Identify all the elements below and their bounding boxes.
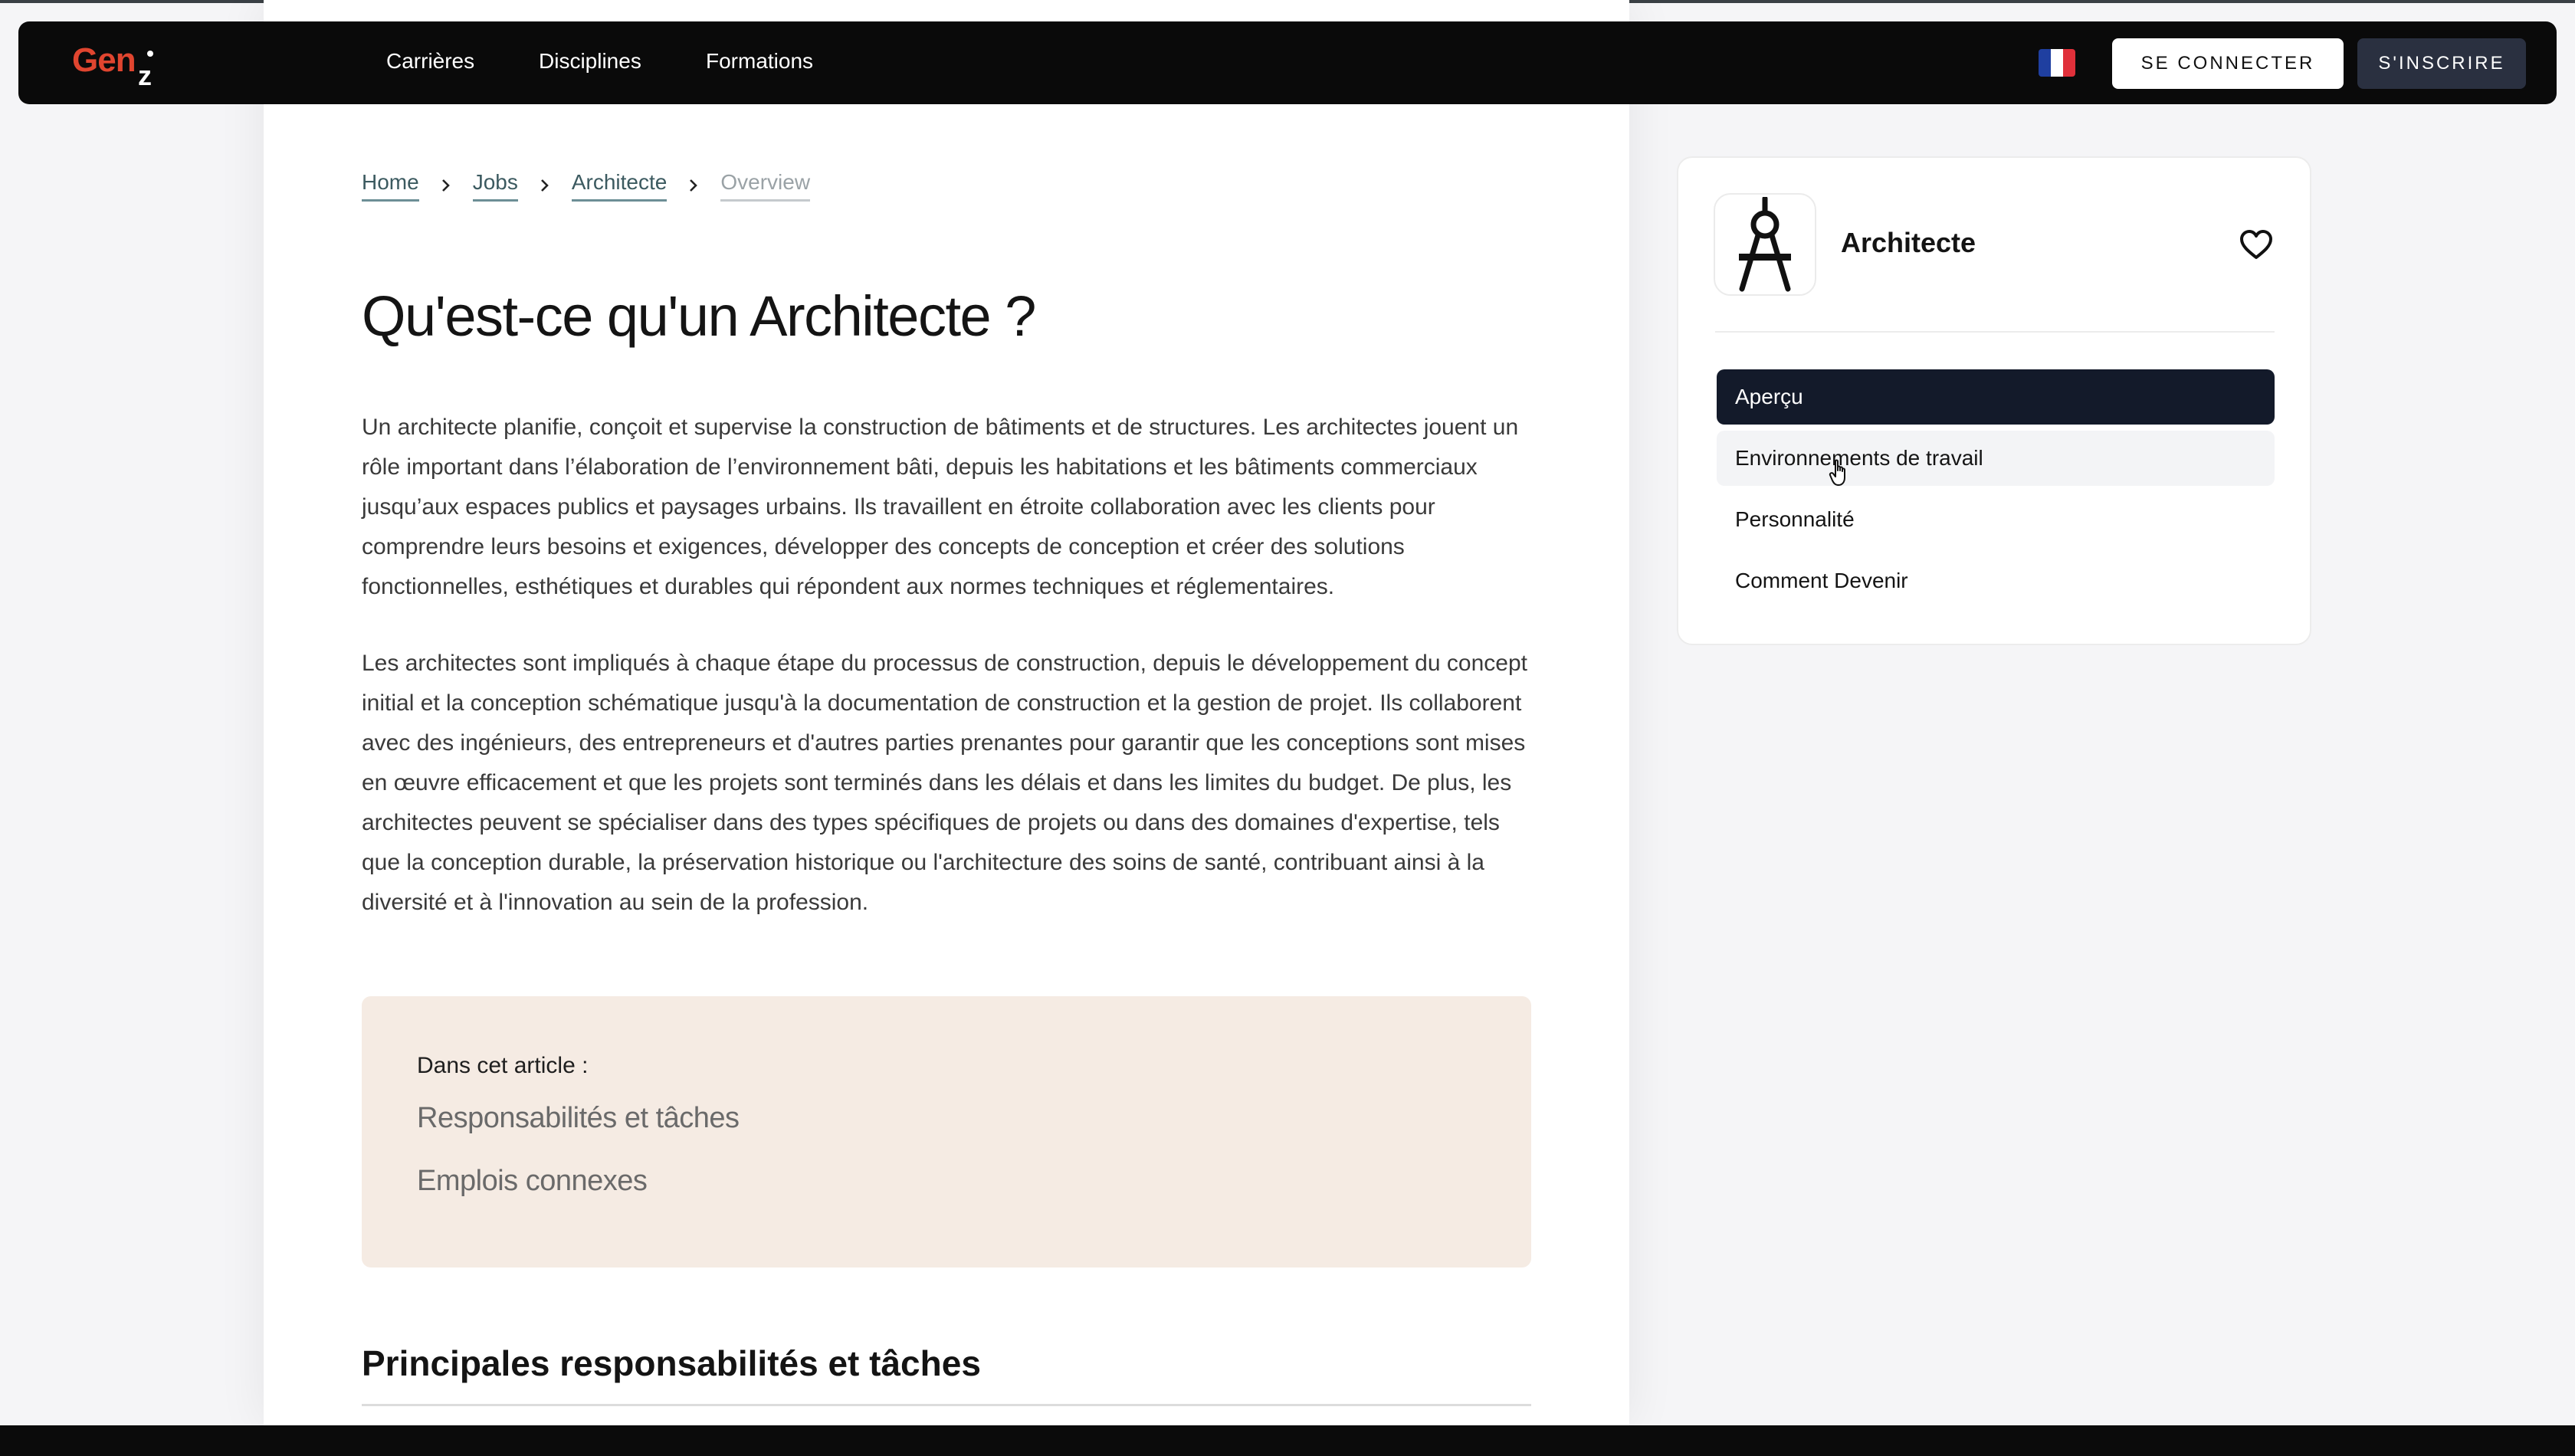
section-title: Principales responsabilités et tâches bbox=[362, 1343, 981, 1383]
heart-outline-icon[interactable] bbox=[2238, 227, 2275, 264]
menu-item-personnalite[interactable]: Personnalité bbox=[1717, 492, 2275, 547]
job-sidebar-card: Architecte Aperçu Environnements de trav… bbox=[1677, 156, 2311, 645]
nav-link-disciplines[interactable]: Disciplines bbox=[539, 49, 641, 74]
hand-cursor-icon bbox=[1829, 458, 1852, 487]
toc-link-responsabilites[interactable]: Responsabilités et tâches bbox=[417, 1102, 740, 1135]
logo-dot bbox=[147, 51, 153, 57]
chevron-right-icon bbox=[518, 174, 572, 197]
menu-item-environnements[interactable]: Environnements de travail bbox=[1717, 431, 2275, 486]
breadcrumb-overview: Overview bbox=[720, 170, 811, 202]
breadcrumb-jobs[interactable]: Jobs bbox=[472, 170, 518, 202]
logo-subscript: z bbox=[138, 60, 152, 91]
job-title: Architecte bbox=[1841, 227, 1976, 258]
menu-item-apercu[interactable]: Aperçu bbox=[1717, 369, 2275, 425]
login-button[interactable]: SE CONNECTER bbox=[2112, 38, 2344, 89]
flag-fr-icon[interactable] bbox=[2039, 49, 2075, 77]
breadcrumb-architecte[interactable]: Architecte bbox=[571, 170, 668, 202]
nav-link-carrieres[interactable]: Carrières bbox=[386, 49, 474, 74]
bottom-edge-strip bbox=[0, 1425, 2575, 1456]
genz-logo[interactable]: Gen z bbox=[72, 41, 172, 92]
chevron-right-icon bbox=[419, 174, 473, 197]
page-title: Qu'est-ce qu'un Architecte ? bbox=[362, 284, 1036, 348]
logo-text: Gen bbox=[72, 41, 136, 79]
toc-link-emplois-connexes[interactable]: Emplois connexes bbox=[417, 1165, 648, 1198]
signup-button[interactable]: S'INSCRIRE bbox=[2357, 38, 2526, 89]
top-navbar: Gen z Carrières Disciplines Formations S… bbox=[18, 21, 2557, 104]
table-of-contents: Dans cet article : Responsabilités et tâ… bbox=[362, 996, 1531, 1267]
section-divider bbox=[362, 1404, 1531, 1406]
card-divider bbox=[1715, 331, 2275, 333]
chevron-right-icon bbox=[667, 174, 720, 197]
breadcrumb-home[interactable]: Home bbox=[362, 170, 419, 202]
nav-link-formations[interactable]: Formations bbox=[706, 49, 813, 74]
toc-heading: Dans cet article : bbox=[417, 1053, 589, 1078]
article-paragraph-2: Les architectes sont impliqués à chaque … bbox=[362, 651, 1527, 915]
breadcrumb: Home Jobs Architecte Overview bbox=[362, 169, 811, 202]
article-paragraph-1: Un architecte planifie, conçoit et super… bbox=[362, 415, 1519, 599]
menu-item-comment-devenir[interactable]: Comment Devenir bbox=[1717, 553, 2275, 608]
compass-drafting-icon bbox=[1714, 193, 1816, 296]
